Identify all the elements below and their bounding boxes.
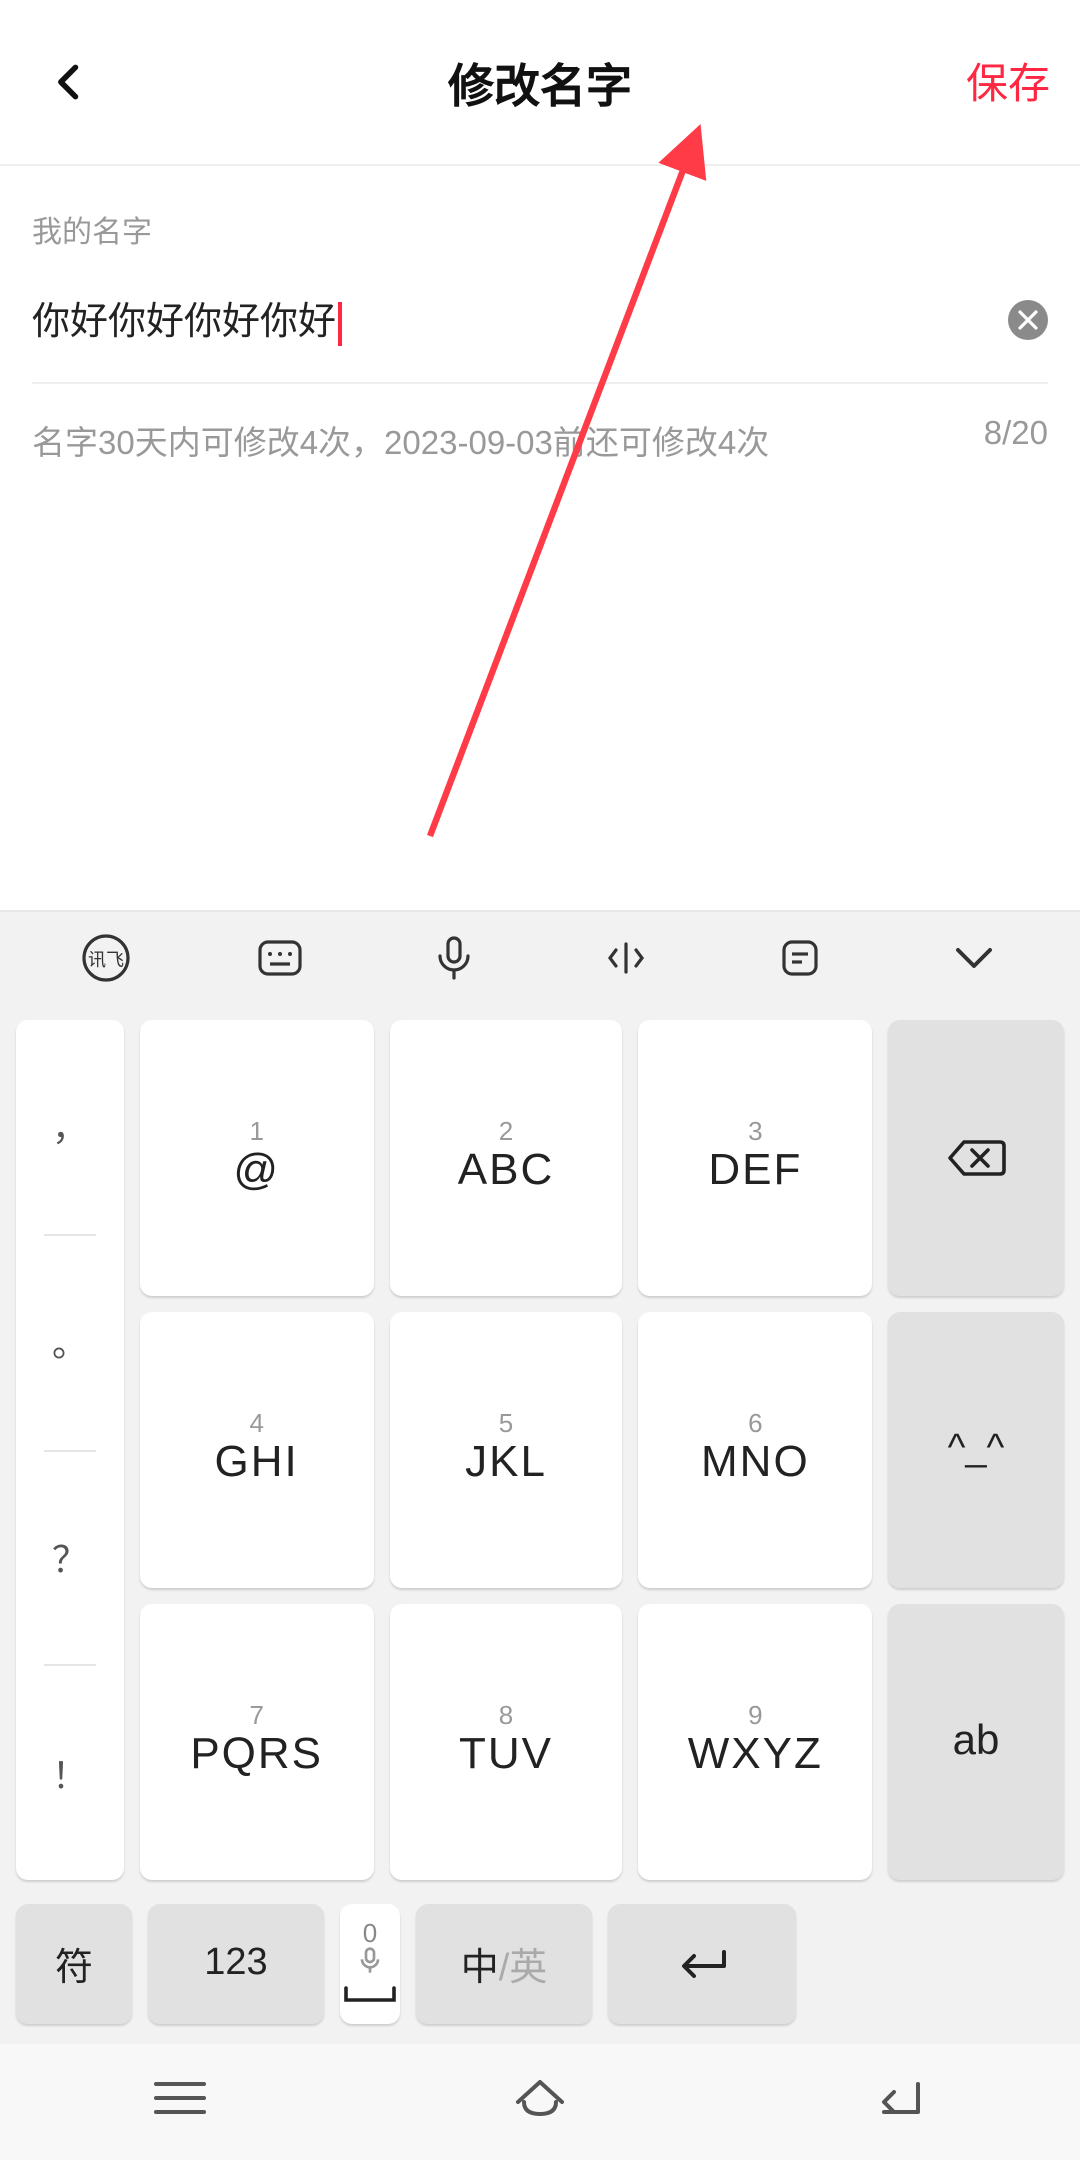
hint-text: 名字30天内可修改4次，2023-09-03前还可修改4次 bbox=[32, 416, 769, 464]
key-2-abc[interactable]: 2ABC bbox=[389, 1020, 622, 1296]
header: 修改名字 保存 bbox=[0, 0, 1080, 166]
key-4-ghi[interactable]: 4GHI bbox=[140, 1312, 373, 1588]
language-key[interactable]: 中/英 bbox=[416, 1904, 592, 2024]
mode-key[interactable]: ab bbox=[888, 1604, 1064, 1880]
home-icon bbox=[508, 2073, 572, 2121]
name-input[interactable]: 你好你好你好你好 bbox=[32, 292, 1008, 346]
keyboard-toolbar: 讯飞 bbox=[0, 912, 1080, 1004]
char-counter: 8/20 bbox=[984, 416, 1048, 464]
hint-row: 名字30天内可修改4次，2023-09-03前还可修改4次 8/20 bbox=[32, 416, 1048, 464]
key-8-tuv[interactable]: 8TUV bbox=[389, 1604, 622, 1880]
back-button[interactable] bbox=[20, 0, 120, 164]
name-field-row: 你好你好你好你好 bbox=[32, 292, 1048, 384]
clipboard-icon[interactable] bbox=[766, 924, 834, 992]
cursor-move-icon[interactable] bbox=[593, 924, 661, 992]
main-key-column: 1@ 2ABC 3DEF 4GHI 5JKL 6MNO 7PQRS 8TUV 9… bbox=[132, 1012, 880, 1888]
nav-back-button[interactable] bbox=[868, 2073, 932, 2131]
text-cursor bbox=[338, 302, 341, 346]
system-nav-bar bbox=[0, 2044, 1080, 2160]
keyboard-bottom-row: 符 123 0 中/英 bbox=[0, 1896, 1080, 2044]
punct-column: ， 。 ？ ！ bbox=[8, 1012, 132, 1888]
nav-menu-button[interactable] bbox=[148, 2073, 212, 2131]
punct-key[interactable]: ， bbox=[16, 1020, 124, 1234]
punct-key[interactable]: ？ bbox=[16, 1451, 124, 1665]
close-icon bbox=[1018, 309, 1038, 329]
nav-home-button[interactable] bbox=[508, 2073, 572, 2131]
ime-logo-icon[interactable]: 讯飞 bbox=[73, 924, 141, 992]
emoji-key[interactable]: ^_^ bbox=[888, 1312, 1064, 1588]
backspace-icon bbox=[946, 1136, 1006, 1180]
svg-text:讯飞: 讯飞 bbox=[89, 950, 125, 970]
back-icon bbox=[868, 2073, 932, 2121]
clear-button[interactable] bbox=[1008, 299, 1048, 339]
key-1[interactable]: 1@ bbox=[140, 1020, 373, 1296]
soft-keyboard: 讯飞 ， 。 ？ ！ 1@ 2ABC 3DEF bbox=[0, 910, 1080, 2160]
chevron-left-icon bbox=[48, 60, 92, 104]
number-key[interactable]: 123 bbox=[148, 1904, 324, 2024]
enter-icon bbox=[672, 1944, 732, 1984]
field-label: 我的名字 bbox=[32, 210, 1048, 252]
key-6-mno[interactable]: 6MNO bbox=[639, 1312, 872, 1588]
voice-input-icon[interactable] bbox=[419, 924, 487, 992]
key-9-wxyz[interactable]: 9WXYZ bbox=[639, 1604, 872, 1880]
space-bar-icon bbox=[340, 1977, 400, 2009]
side-key-column: ^_^ ab bbox=[880, 1012, 1072, 1888]
keyboard-grid: ， 。 ？ ！ 1@ 2ABC 3DEF 4GHI 5JKL 6MNO bbox=[0, 1004, 1080, 1896]
punct-key[interactable]: 。 bbox=[16, 1236, 124, 1450]
collapse-keyboard-icon[interactable] bbox=[939, 924, 1007, 992]
enter-key[interactable] bbox=[608, 1904, 796, 2024]
symbol-key[interactable]: 符 bbox=[16, 1904, 132, 2024]
key-5-jkl[interactable]: 5JKL bbox=[389, 1312, 622, 1588]
key-3-def[interactable]: 3DEF bbox=[639, 1020, 872, 1296]
name-form: 我的名字 你好你好你好你好 名字30天内可修改4次，2023-09-03前还可修… bbox=[0, 166, 1080, 496]
punct-key[interactable]: ！ bbox=[16, 1667, 124, 1881]
keyboard-switch-icon[interactable] bbox=[246, 924, 314, 992]
backspace-key[interactable] bbox=[888, 1020, 1064, 1296]
space-key[interactable]: 0 bbox=[340, 1904, 400, 2024]
key-7-pqrs[interactable]: 7PQRS bbox=[140, 1604, 373, 1880]
menu-icon bbox=[148, 2073, 212, 2121]
page-title: 修改名字 bbox=[448, 48, 632, 116]
save-button[interactable]: 保存 bbox=[966, 0, 1050, 164]
mic-small-icon bbox=[340, 1945, 400, 1977]
